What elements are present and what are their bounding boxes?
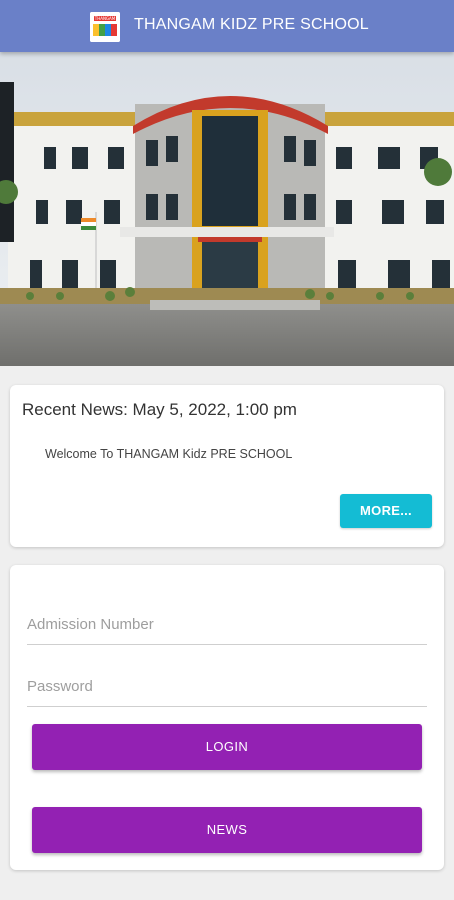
recent-news-card: Recent News: May 5, 2022, 1:00 pm Welcom…	[10, 385, 444, 547]
svg-text:THANGAM: THANGAM	[94, 16, 116, 21]
login-button[interactable]: LOGIN	[32, 724, 422, 770]
app-bar: THANGAM THANGAM KIDZ PRE SCHOOL	[0, 0, 454, 52]
more-button[interactable]: MORE...	[340, 494, 432, 528]
recent-news-heading: Recent News: May 5, 2022, 1:00 pm	[22, 400, 297, 419]
password-input[interactable]	[27, 666, 427, 707]
news-button[interactable]: NEWS	[32, 807, 422, 853]
admission-number-input[interactable]	[27, 604, 427, 645]
login-card: LOGIN NEWS	[10, 565, 444, 870]
school-building-image	[0, 52, 454, 366]
app-title: THANGAM KIDZ PRE SCHOOL	[134, 16, 369, 33]
school-logo-icon: THANGAM	[90, 12, 120, 42]
news-message: Welcome To THANGAM Kidz PRE SCHOOL	[45, 447, 293, 461]
